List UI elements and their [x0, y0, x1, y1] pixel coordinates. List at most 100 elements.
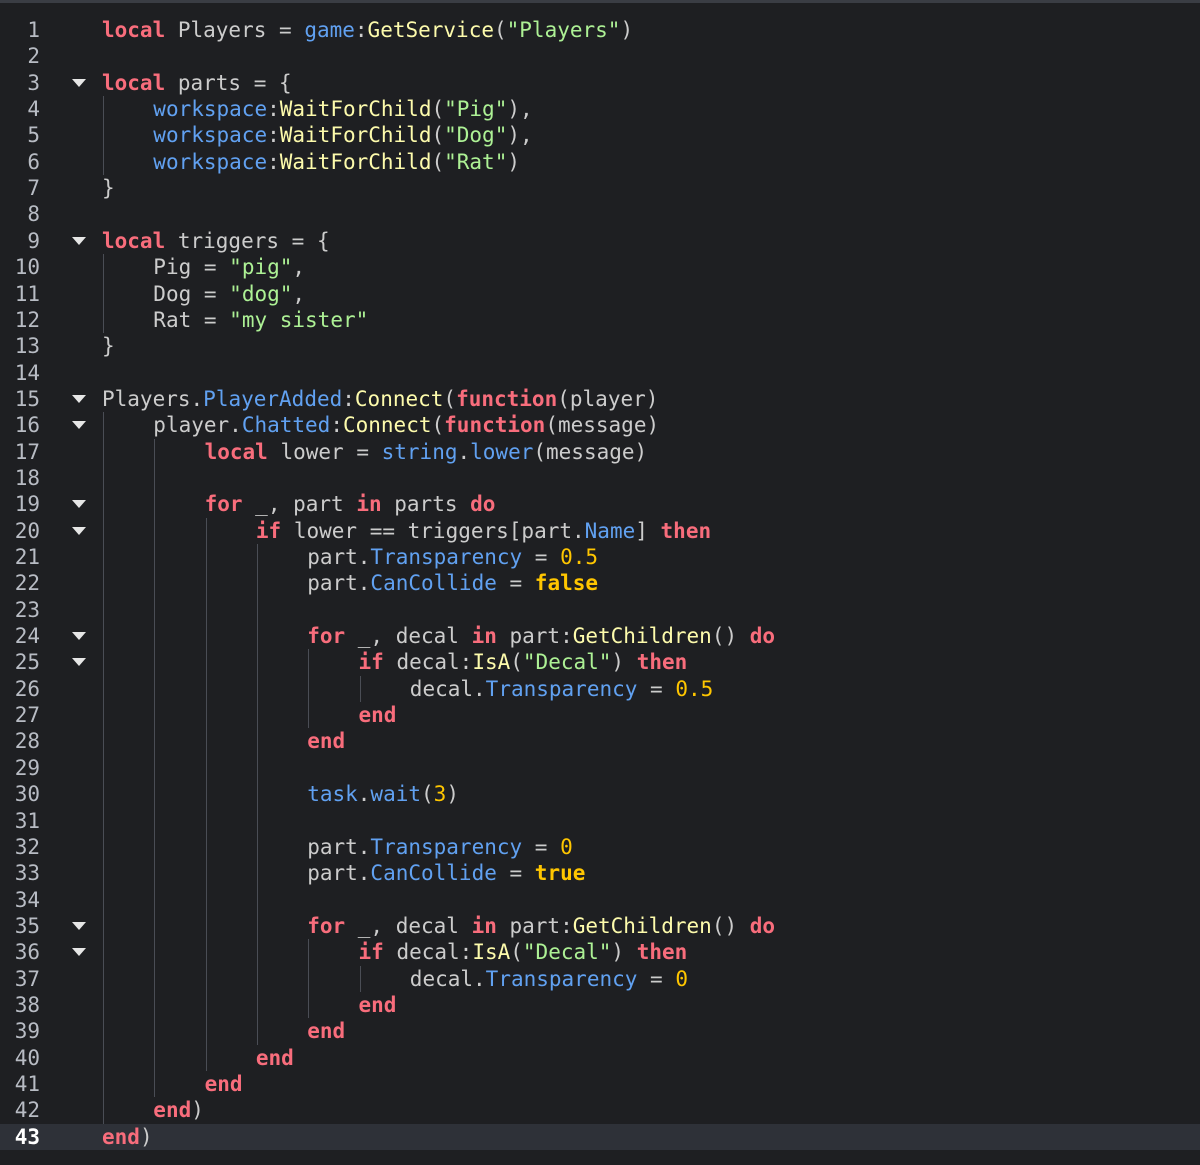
code-line[interactable]: 41 end — [0, 1071, 1200, 1097]
code-token: , — [292, 255, 306, 280]
code-token: GetChildren — [572, 913, 712, 938]
code-line[interactable]: 2 — [0, 43, 1200, 69]
fold-arrow-icon[interactable] — [72, 921, 86, 930]
code-token: then — [636, 650, 688, 675]
fold-arrow-icon[interactable] — [72, 948, 86, 957]
line-number: 12 — [14, 307, 40, 332]
line-number: 23 — [14, 597, 40, 622]
code-line[interactable]: 27 end — [0, 702, 1200, 728]
fold-arrow-icon[interactable] — [72, 658, 86, 667]
code-token: . — [357, 861, 371, 886]
code-text: task.wait(3) — [307, 781, 459, 807]
fold-arrow-icon[interactable] — [72, 394, 86, 403]
code-token: 0.5 — [675, 676, 714, 701]
code-token: CanCollide — [370, 861, 497, 886]
code-line[interactable]: 8 — [0, 201, 1200, 227]
line-number: 30 — [14, 782, 40, 807]
code-line[interactable]: 13} — [0, 333, 1200, 359]
code-line[interactable]: 5 workspace:WaitForChild("Dog"), — [0, 122, 1200, 148]
code-token: ) — [139, 1124, 153, 1149]
code-line[interactable]: 36 if decal:IsA("Decal") then — [0, 939, 1200, 965]
fold-arrow-icon[interactable] — [72, 500, 86, 509]
line-number: 39 — [14, 1019, 40, 1044]
code-line[interactable]: 6 workspace:WaitForChild("Rat") — [0, 149, 1200, 175]
code-line[interactable]: 18 — [0, 465, 1200, 491]
code-token: ( — [510, 940, 523, 965]
line-number: 42 — [14, 1098, 40, 1123]
code-token: Transparency — [485, 676, 638, 701]
code-token: task — [307, 782, 358, 807]
code-line[interactable]: 24 for _, decal in part:GetChildren() do — [0, 623, 1200, 649]
code-token: ( — [533, 439, 547, 464]
code-line[interactable]: 29 — [0, 755, 1200, 781]
code-line[interactable]: 30 task.wait(3) — [0, 781, 1200, 807]
code-token: player — [153, 413, 230, 438]
code-token: } — [102, 176, 115, 201]
code-token: . — [357, 545, 371, 569]
code-line[interactable]: 11 Dog = "dog", — [0, 281, 1200, 307]
code-text: end — [359, 992, 397, 1018]
code-line[interactable]: 32 part.Transparency = 0 — [0, 834, 1200, 860]
code-token: do — [470, 492, 496, 517]
code-line[interactable]: 23 — [0, 597, 1200, 623]
code-line[interactable]: 33 part.CanCollide = true — [0, 860, 1200, 886]
code-text: decal.Transparency = 0 — [410, 966, 688, 992]
code-line[interactable]: 42 end) — [0, 1097, 1200, 1123]
code-token: in — [471, 913, 497, 938]
code-token: () — [711, 624, 750, 649]
code-line[interactable]: 25 if decal:IsA("Decal") then — [0, 649, 1200, 675]
code-token: : — [560, 913, 573, 938]
fold-arrow-icon[interactable] — [72, 78, 86, 87]
line-number: 25 — [14, 650, 40, 675]
code-token: "dog" — [229, 281, 293, 306]
line-number: 36 — [14, 940, 40, 965]
code-line[interactable]: 12 Rat = "my sister" — [0, 307, 1200, 333]
code-line[interactable]: 22 part.CanCollide = false — [0, 570, 1200, 596]
fold-arrow-icon[interactable] — [72, 632, 86, 641]
code-line[interactable]: 39 end — [0, 1018, 1200, 1044]
code-line[interactable]: 10 Pig = "pig", — [0, 254, 1200, 280]
line-number: 31 — [14, 808, 40, 833]
code-line[interactable]: 1 local Players = game:GetService("Player… — [0, 17, 1200, 43]
code-line[interactable]: 38 end — [0, 992, 1200, 1018]
code-token: : — [342, 386, 355, 411]
code-line[interactable]: 21 part.Transparency = 0.5 — [0, 544, 1200, 570]
code-token: : — [459, 940, 473, 965]
code-line[interactable]: 14 — [0, 360, 1200, 386]
code-line[interactable]: 40 end — [0, 1045, 1200, 1071]
line-number: 34 — [14, 887, 40, 912]
fold-arrow-icon[interactable] — [72, 526, 86, 535]
fold-arrow-icon[interactable] — [72, 421, 86, 430]
code-line[interactable]: 26 decal.Transparency = 0.5 — [0, 676, 1200, 702]
code-line[interactable]: 17 local lower = string.lower(message) — [0, 439, 1200, 465]
code-token: = { — [253, 70, 292, 95]
code-editor[interactable]: 1 local Players = game:GetService("Player… — [0, 0, 1200, 1165]
code-line[interactable]: 34 — [0, 887, 1200, 913]
code-line[interactable]: 19 for _, part in parts do — [0, 491, 1200, 517]
line-number: 10 — [14, 255, 40, 280]
code-line[interactable]: 15 Players.PlayerAdded:Connect(function(p… — [0, 386, 1200, 412]
line-number: 8 — [27, 202, 40, 227]
code-line[interactable]: 16 player.Chatted:Connect(function(messag… — [0, 412, 1200, 438]
code-line[interactable]: 35 for _, decal in part:GetChildren() do — [0, 913, 1200, 939]
code-line[interactable]: 3 local parts = { — [0, 70, 1200, 96]
line-number: 37 — [14, 966, 40, 991]
code-line[interactable]: 9 local triggers = { — [0, 228, 1200, 254]
code-token: = { — [291, 228, 330, 253]
code-token: ), — [507, 123, 533, 148]
code-line[interactable]: 37 decal.Transparency = 0 — [0, 966, 1200, 992]
code-line[interactable]: 4 workspace:WaitForChild("Pig"), — [0, 96, 1200, 122]
code-line[interactable]: 20 if lower == triggers[part.Name] then — [0, 518, 1200, 544]
code-token: Connect — [342, 413, 432, 438]
code-line[interactable]: 31 — [0, 808, 1200, 834]
code-token: "Pig" — [444, 97, 508, 122]
code-token: ), — [507, 97, 533, 122]
code-token: true — [534, 861, 586, 886]
fold-arrow-icon[interactable] — [72, 236, 86, 245]
code-token: part — [496, 913, 561, 938]
code-text: workspace:WaitForChild("Pig"), — [153, 96, 532, 122]
code-text: end) — [102, 1124, 153, 1150]
code-line[interactable]: 7} — [0, 175, 1200, 201]
code-line[interactable]: 43 end) — [0, 1123, 1200, 1150]
code-line[interactable]: 28 end — [0, 728, 1200, 754]
